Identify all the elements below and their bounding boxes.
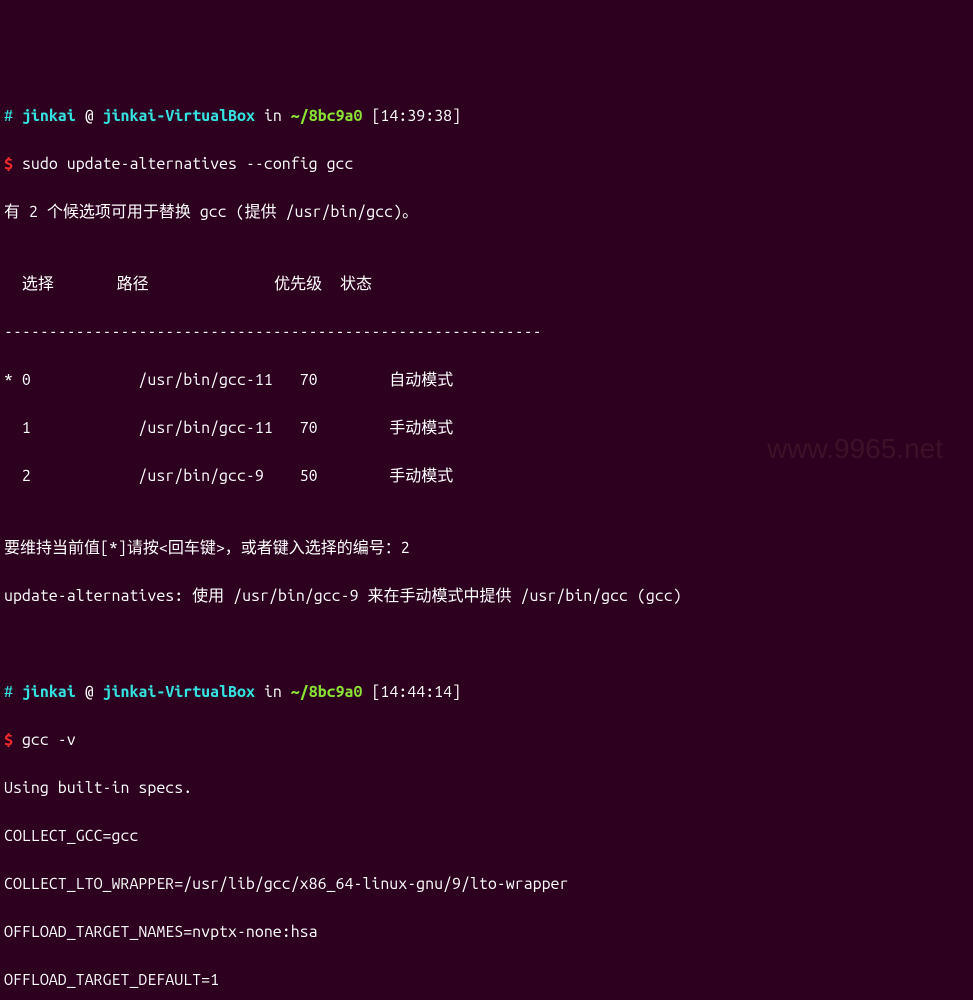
table-separator: ----------------------------------------… bbox=[4, 320, 969, 344]
table-row: 1 /usr/bin/gcc-11 70 手动模式 bbox=[4, 416, 969, 440]
dollar-prompt: $ bbox=[4, 731, 13, 749]
result-line: update-alternatives: 使用 /usr/bin/gcc-9 来… bbox=[4, 584, 969, 608]
command-line-1[interactable]: $ sudo update-alternatives --config gcc bbox=[4, 152, 969, 176]
cwd-path: ~/8bc9a0 bbox=[291, 683, 363, 701]
timestamp: [14:44:14] bbox=[371, 683, 461, 701]
table-header: 选择 路径 优先级 状态 bbox=[4, 272, 969, 296]
output-line: COLLECT_GCC=gcc bbox=[4, 824, 969, 848]
in-word: in bbox=[264, 683, 282, 701]
selection-prompt[interactable]: 要维持当前值[*]请按<回车键>，或者键入选择的编号：2 bbox=[4, 536, 969, 560]
username: jinkai bbox=[22, 683, 76, 701]
blank-line bbox=[4, 632, 969, 656]
username: jinkai bbox=[22, 107, 76, 125]
prompt-line-2: # jinkai @ jinkai-VirtualBox in ~/8bc9a0… bbox=[4, 680, 969, 704]
output-line: Using built-in specs. bbox=[4, 776, 969, 800]
output-line: COLLECT_LTO_WRAPPER=/usr/lib/gcc/x86_64-… bbox=[4, 872, 969, 896]
table-row: * 0 /usr/bin/gcc-11 70 自动模式 bbox=[4, 368, 969, 392]
cwd-path: ~/8bc9a0 bbox=[291, 107, 363, 125]
output-line: OFFLOAD_TARGET_DEFAULT=1 bbox=[4, 968, 969, 992]
output-line: 有 2 个候选项可用于替换 gcc (提供 /usr/bin/gcc)。 bbox=[4, 200, 969, 224]
hash-symbol: # bbox=[4, 683, 13, 701]
at-symbol: @ bbox=[85, 683, 94, 701]
in-word: in bbox=[264, 107, 282, 125]
hostname: jinkai-VirtualBox bbox=[103, 107, 255, 125]
command-line-2[interactable]: $ gcc -v bbox=[4, 728, 969, 752]
at-symbol: @ bbox=[85, 107, 94, 125]
command-text: sudo update-alternatives --config gcc bbox=[22, 155, 354, 173]
dollar-prompt: $ bbox=[4, 155, 13, 173]
prompt-line-1: # jinkai @ jinkai-VirtualBox in ~/8bc9a0… bbox=[4, 104, 969, 128]
command-text: gcc -v bbox=[22, 731, 76, 749]
hostname: jinkai-VirtualBox bbox=[103, 683, 255, 701]
table-row: 2 /usr/bin/gcc-9 50 手动模式 bbox=[4, 464, 969, 488]
output-line: OFFLOAD_TARGET_NAMES=nvptx-none:hsa bbox=[4, 920, 969, 944]
hash-symbol: # bbox=[4, 107, 13, 125]
timestamp: [14:39:38] bbox=[371, 107, 461, 125]
